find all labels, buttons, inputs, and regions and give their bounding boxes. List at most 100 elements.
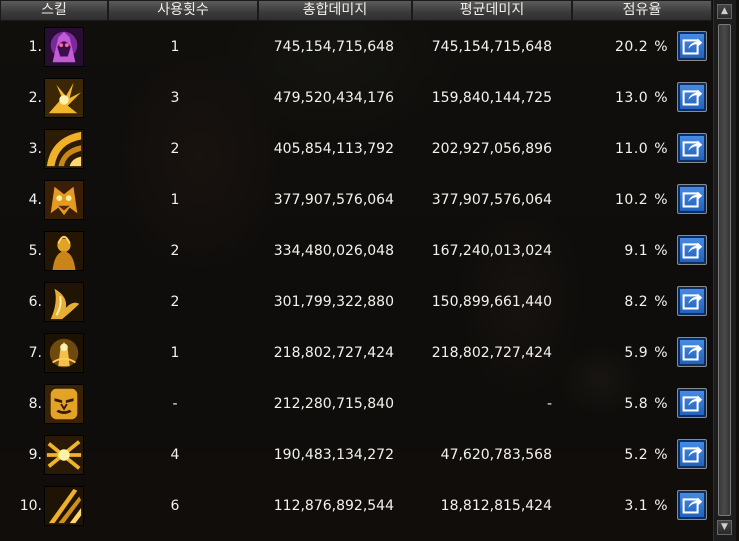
row-rank: 2. xyxy=(28,90,42,106)
header-skill[interactable]: 스킬 xyxy=(0,0,108,21)
total-damage: 377,907,576,064 xyxy=(273,192,394,208)
share-percent: 20.2% xyxy=(590,22,668,73)
header-average-damage[interactable]: 평균데미지 xyxy=(412,0,572,21)
row-rank: 9. xyxy=(28,447,42,463)
total-damage: 479,520,434,176 xyxy=(273,90,394,106)
share-button[interactable] xyxy=(677,286,707,316)
share-button[interactable] xyxy=(677,82,707,112)
table-row[interactable]: 6. 2 301,799,322,880 150,899,661,440 8.2… xyxy=(0,277,712,328)
total-damage: 301,799,322,880 xyxy=(273,294,394,310)
share-icon xyxy=(682,344,703,361)
scroll-thumb[interactable] xyxy=(718,24,731,516)
average-damage: 167,240,013,024 xyxy=(431,243,552,259)
average-damage: 745,154,715,648 xyxy=(431,39,552,55)
use-count: 2 xyxy=(170,243,180,259)
golden-cross-strike-icon[interactable] xyxy=(44,435,84,475)
use-count: 2 xyxy=(170,141,180,157)
share-button[interactable] xyxy=(677,337,707,367)
total-damage: 212,280,715,840 xyxy=(273,396,394,412)
table-row[interactable]: 5. 2 334,480,026,048 167,240,013,024 9.1… xyxy=(0,226,712,277)
scroll-down-icon[interactable]: ▼ xyxy=(717,520,732,535)
golden-flame-figure-icon[interactable] xyxy=(44,333,84,373)
table-row[interactable]: 2. 3 479,520,434,176 159,840,144,725 13.… xyxy=(0,73,712,124)
row-rank: 4. xyxy=(28,192,42,208)
share-value: 9.1 xyxy=(624,243,649,259)
dark-demon-skill-icon[interactable] xyxy=(44,27,84,67)
share-value: 10.2 xyxy=(615,192,649,208)
golden-slash-burst-icon[interactable] xyxy=(44,78,84,118)
share-percent: 5.9% xyxy=(590,328,668,379)
share-icon xyxy=(682,38,703,55)
total-damage: 334,480,026,048 xyxy=(273,243,394,259)
scroll-up-icon[interactable]: ▲ xyxy=(717,4,732,19)
percent-sign: % xyxy=(654,141,668,157)
percent-sign: % xyxy=(654,39,668,55)
use-count: 1 xyxy=(170,39,180,55)
use-count: 3 xyxy=(170,90,180,106)
golden-arc-sweep-icon[interactable] xyxy=(44,129,84,169)
percent-sign: % xyxy=(654,396,668,412)
use-count: 4 xyxy=(170,447,180,463)
header-share[interactable]: 점유율 xyxy=(572,0,712,21)
row-rank: 5. xyxy=(28,243,42,259)
percent-sign: % xyxy=(654,90,668,106)
percent-sign: % xyxy=(654,345,668,361)
row-rank: 6. xyxy=(28,294,42,310)
table-row[interactable]: 9. 4 190,483,134,272 47,620,783,568 5.2% xyxy=(0,430,712,481)
golden-claw-icon[interactable] xyxy=(44,282,84,322)
average-damage: 202,927,056,896 xyxy=(431,141,552,157)
share-button[interactable] xyxy=(677,388,707,418)
share-percent: 11.0% xyxy=(590,124,668,175)
damage-stats-panel: 스킬 사용횟수 총합데미지 평균데미지 점유율 1. 1 745,154,715… xyxy=(0,0,739,541)
header-total-damage[interactable]: 총합데미지 xyxy=(258,0,412,21)
share-value: 11.0 xyxy=(615,141,649,157)
percent-sign: % xyxy=(654,294,668,310)
share-percent: 10.2% xyxy=(590,175,668,226)
share-percent: 5.2% xyxy=(590,430,668,481)
share-icon xyxy=(682,395,703,412)
share-value: 5.8 xyxy=(624,396,649,412)
table-row[interactable]: 3. 2 405,854,113,792 202,927,056,896 11.… xyxy=(0,124,712,175)
golden-face-icon[interactable] xyxy=(44,384,84,424)
share-icon xyxy=(682,89,703,106)
golden-triple-slash-icon[interactable] xyxy=(44,486,84,526)
total-damage: 112,876,892,544 xyxy=(273,498,394,514)
use-count: 1 xyxy=(170,192,180,208)
table-row[interactable]: 1. 1 745,154,715,648 745,154,715,648 20.… xyxy=(0,22,712,73)
share-button[interactable] xyxy=(677,490,707,520)
share-icon xyxy=(682,446,703,463)
average-damage: 377,907,576,064 xyxy=(431,192,552,208)
table-row[interactable]: 8. - 212,280,715,840 - 5.8% xyxy=(0,379,712,430)
share-percent: 9.1% xyxy=(590,226,668,277)
share-icon xyxy=(682,293,703,310)
total-damage: 405,854,113,792 xyxy=(273,141,394,157)
share-button[interactable] xyxy=(677,184,707,214)
share-icon xyxy=(682,191,703,208)
total-damage: 745,154,715,648 xyxy=(273,39,394,55)
table-row[interactable]: 10. 6 112,876,892,544 18,812,815,424 3.1… xyxy=(0,481,712,532)
golden-beast-mask-icon[interactable] xyxy=(44,180,84,220)
average-damage: 150,899,661,440 xyxy=(431,294,552,310)
vertical-scrollbar[interactable]: ▲ ▼ xyxy=(713,0,736,541)
average-damage: 159,840,144,725 xyxy=(431,90,552,106)
percent-sign: % xyxy=(654,243,668,259)
table-row[interactable]: 4. 1 377,907,576,064 377,907,576,064 10.… xyxy=(0,175,712,226)
share-value: 13.0 xyxy=(615,90,649,106)
average-damage: - xyxy=(546,396,552,412)
share-value: 20.2 xyxy=(615,39,649,55)
header-use-count[interactable]: 사용횟수 xyxy=(108,0,258,21)
golden-figure-icon[interactable] xyxy=(44,231,84,271)
share-button[interactable] xyxy=(677,235,707,265)
share-percent: 13.0% xyxy=(590,73,668,124)
share-button[interactable] xyxy=(677,439,707,469)
average-damage: 18,812,815,424 xyxy=(440,498,552,514)
share-button[interactable] xyxy=(677,31,707,61)
table-row[interactable]: 7. 1 218,802,727,424 218,802,727,424 5.9… xyxy=(0,328,712,379)
percent-sign: % xyxy=(654,447,668,463)
total-damage: 218,802,727,424 xyxy=(273,345,394,361)
row-rank: 8. xyxy=(28,396,42,412)
share-button[interactable] xyxy=(677,133,707,163)
share-percent: 8.2% xyxy=(590,277,668,328)
share-value: 3.1 xyxy=(624,498,649,514)
share-value: 8.2 xyxy=(624,294,649,310)
